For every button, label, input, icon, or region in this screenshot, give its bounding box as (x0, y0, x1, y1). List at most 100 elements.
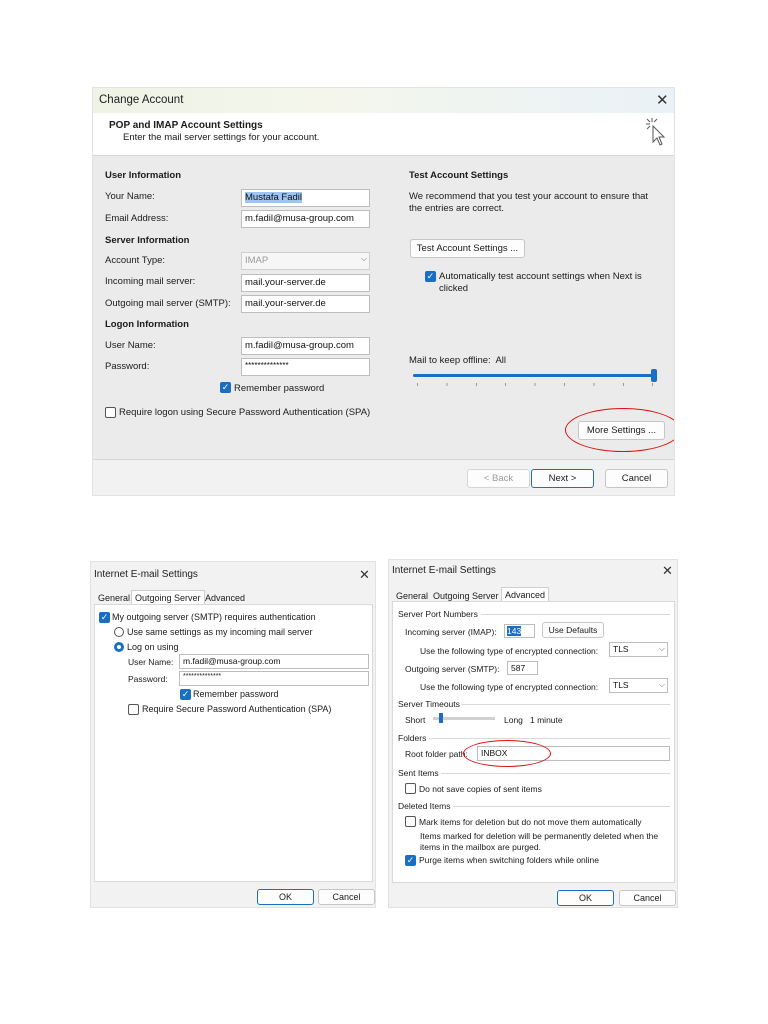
your-name-field[interactable]: Mustafa Fadil (241, 189, 370, 207)
offline-slider-fill (413, 374, 657, 377)
incoming-encryption-select[interactable]: TLS ⌵ (609, 642, 668, 657)
chevron-down-icon: ⌵ (658, 680, 665, 689)
header-subtitle: Enter the mail server settings for your … (123, 132, 320, 143)
incoming-port-field[interactable]: 143 (504, 624, 535, 638)
incoming-port-value: 143 (507, 626, 522, 636)
ok-button[interactable]: OK (257, 889, 314, 905)
change-account-title: Change Account (99, 94, 184, 106)
remember-password-checkbox[interactable]: ✓ (220, 382, 231, 393)
mark-deletion-checkbox[interactable] (405, 816, 416, 827)
cancel-button[interactable]: Cancel (318, 889, 375, 905)
outgoing-encryption-select[interactable]: TLS ⌵ (609, 678, 668, 693)
outgoing-settings-dialog: Internet E-mail Settings ✕ General Outgo… (90, 561, 376, 908)
username-label: User Name: (128, 657, 174, 667)
log-on-using-label: Log on using (127, 642, 179, 652)
close-icon[interactable]: ✕ (359, 567, 370, 582)
short-label: Short (405, 715, 426, 725)
offline-label-text: Mail to keep offline: (409, 355, 491, 366)
offline-slider-thumb[interactable] (651, 369, 657, 382)
test-account-settings-button[interactable]: Test Account Settings ... (410, 239, 525, 258)
outgoing-port-field[interactable]: 587 (507, 661, 538, 675)
long-label: Long 1 minute (504, 715, 563, 725)
test-heading: Test Account Settings (409, 170, 509, 181)
sent-items-heading: Sent Items (398, 768, 439, 778)
remember-password-label: Remember password (193, 689, 279, 699)
offline-value: All (495, 355, 507, 366)
long-label-text: Long (504, 715, 523, 725)
root-folder-label: Root folder path: (405, 749, 468, 759)
header-divider (93, 155, 674, 156)
tab-general[interactable]: General (95, 591, 133, 605)
incoming-server-field[interactable]: mail.your-server.de (241, 274, 370, 292)
username-field[interactable]: m.fadil@musa-group.com (241, 337, 370, 355)
auto-test-checkbox[interactable]: ✓ (425, 271, 436, 282)
cursor-sparkle-icon (643, 116, 669, 153)
test-description-1: We recommend that you test your account … (409, 191, 649, 202)
password-label: Password: (105, 361, 150, 372)
remember-password-checkbox[interactable]: ✓ (180, 689, 191, 700)
account-type-value: IMAP (245, 255, 269, 266)
username-label: User Name: (105, 340, 156, 351)
do-not-save-label: Do not save copies of sent items (419, 784, 542, 794)
outgoing-server-field[interactable]: mail.your-server.de (241, 295, 370, 313)
cancel-button[interactable]: Cancel (605, 469, 668, 488)
deleted-items-heading: Deleted Items (398, 801, 451, 811)
logon-info-heading: Logon Information (105, 319, 189, 330)
spa-checkbox[interactable] (128, 704, 139, 715)
spa-label: Require logon using Secure Password Auth… (119, 407, 371, 418)
ok-button[interactable]: OK (557, 890, 614, 906)
password-label: Password: (128, 674, 168, 684)
timeouts-divider (462, 704, 670, 705)
same-settings-label: Use same settings as my incoming mail se… (127, 627, 313, 637)
timeout-slider-thumb[interactable] (439, 713, 444, 723)
tab-advanced[interactable]: Advanced (202, 591, 248, 605)
server-ports-divider (481, 614, 670, 615)
user-info-heading: User Information (105, 170, 182, 181)
tab-outgoing-server[interactable]: Outgoing Server (131, 590, 205, 604)
offline-label: Mail to keep offline: All (409, 355, 506, 366)
email-label: Email Address: (105, 213, 169, 224)
timeout-slider[interactable] (433, 713, 495, 725)
password-field[interactable]: ************** (241, 358, 370, 376)
smtp-auth-label: My outgoing server (SMTP) requires authe… (112, 612, 316, 622)
purge-checkbox[interactable]: ✓ (405, 855, 416, 866)
mark-deletion-note-2: items in the mailbox are purged. (420, 842, 541, 852)
outgoing-encryption-value: TLS (613, 680, 629, 690)
next-button[interactable]: Next > (531, 469, 594, 488)
tab-advanced[interactable]: Advanced (501, 587, 550, 601)
username-field[interactable]: m.fadil@musa-group.com (179, 654, 369, 669)
email-field[interactable]: m.fadil@musa-group.com (241, 210, 370, 228)
offline-slider-ticks (417, 383, 653, 386)
timeout-value: 1 minute (530, 715, 563, 725)
cancel-button[interactable]: Cancel (619, 890, 676, 906)
more-settings-button[interactable]: More Settings ... (578, 421, 665, 440)
outgoing-encryption-label: Use the following type of encrypted conn… (420, 682, 599, 692)
back-button[interactable]: < Back (467, 469, 530, 488)
same-settings-radio[interactable] (114, 627, 124, 637)
advanced-dialog-title: Internet E-mail Settings (392, 565, 496, 576)
auto-test-label-2: clicked (439, 283, 469, 294)
incoming-encryption-value: TLS (613, 644, 629, 654)
incoming-encryption-label: Use the following type of encrypted conn… (420, 646, 599, 656)
server-info-heading: Server Information (105, 235, 190, 246)
smtp-auth-checkbox[interactable]: ✓ (99, 612, 110, 623)
account-type-label: Account Type: (105, 255, 166, 266)
outgoing-dialog-title: Internet E-mail Settings (94, 569, 198, 580)
deleted-items-divider (453, 806, 670, 807)
root-folder-field[interactable]: INBOX (477, 746, 670, 761)
close-icon[interactable]: ✕ (656, 93, 669, 108)
use-defaults-button[interactable]: Use Defaults (542, 622, 604, 638)
close-icon[interactable]: ✕ (662, 563, 673, 578)
offline-slider[interactable] (413, 368, 657, 390)
outgoing-port-label: Outgoing server (SMTP): (405, 664, 500, 674)
incoming-server-label: Incoming mail server: (105, 276, 196, 287)
your-name-label: Your Name: (105, 191, 155, 202)
password-field[interactable]: ************** (179, 671, 369, 686)
log-on-using-radio[interactable] (114, 642, 124, 652)
do-not-save-checkbox[interactable] (405, 783, 416, 794)
mark-deletion-label: Mark items for deletion but do not move … (419, 817, 642, 827)
spa-label: Require Secure Password Authentication (… (142, 704, 332, 714)
incoming-port-label: Incoming server (IMAP): (405, 627, 497, 637)
spa-checkbox[interactable] (105, 407, 116, 418)
server-ports-heading: Server Port Numbers (398, 609, 478, 619)
